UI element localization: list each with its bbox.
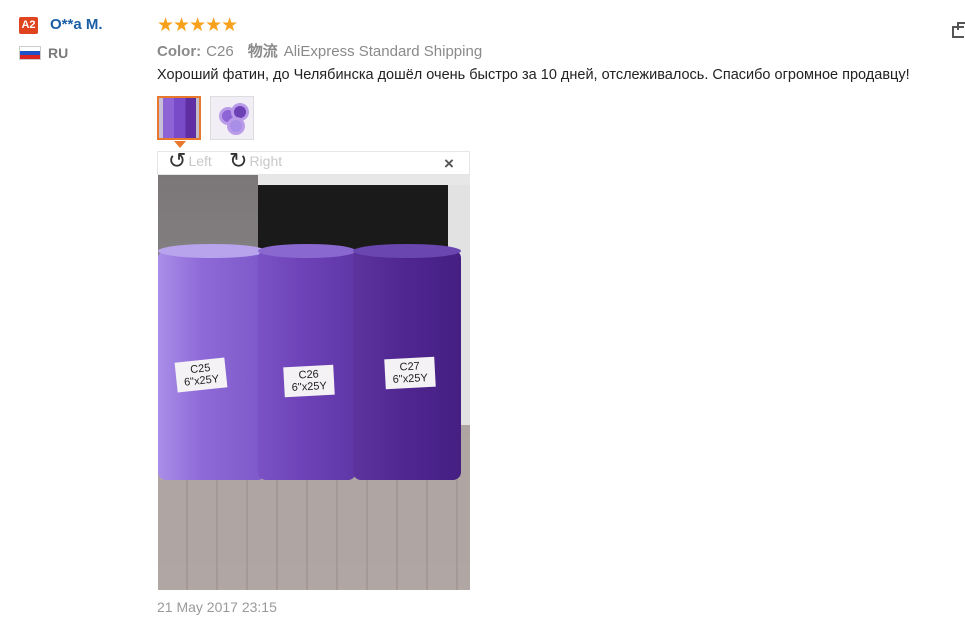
helpful-icon[interactable] <box>952 22 965 38</box>
selected-thumbnail-pointer <box>174 141 186 148</box>
review-thumbnail-1[interactable] <box>157 96 201 140</box>
color-label: Color: <box>157 43 202 60</box>
reviewer-country: RU <box>48 45 69 61</box>
tulle-roll: C27 6"x25Y <box>353 244 461 480</box>
rotate-right-button[interactable]: ↻ Right <box>229 148 283 173</box>
star-rating: ★★★★★ <box>157 15 238 36</box>
review-photo[interactable]: C25 6"x25Y C26 6"x25Y C27 6"x25Y <box>158 175 470 590</box>
thumbnail-image <box>211 97 253 139</box>
rotate-right-icon: ↻ <box>229 148 248 173</box>
thumbnail-image <box>159 98 199 138</box>
level-badge: A2 <box>19 17 38 34</box>
reviewer-name[interactable]: O**a M. <box>50 16 103 33</box>
review-thumbnail-2[interactable] <box>210 96 254 140</box>
shipping-value: AliExpress Standard Shipping <box>283 43 483 60</box>
roll-label: C27 6"x25Y <box>384 356 436 390</box>
rotate-left-icon: ↺ <box>168 148 187 173</box>
russia-flag-icon <box>19 46 41 60</box>
color-value: C26 <box>206 43 234 60</box>
review-text: Хороший фатин, до Челябинска дошёл очень… <box>157 67 910 83</box>
order-meta: Color: C26 物流 AliExpress Standard Shipping <box>157 40 482 61</box>
roll-label: C26 6"x25Y <box>283 364 335 398</box>
tulle-roll: C26 6"x25Y <box>258 244 356 480</box>
roll-label: C25 6"x25Y <box>174 357 228 393</box>
shipping-label: 物流 <box>247 43 278 60</box>
rotate-left-button[interactable]: ↺ Left <box>168 148 212 173</box>
rotate-left-label: Left <box>188 153 212 169</box>
close-viewer-button[interactable]: × <box>444 154 454 174</box>
review-date: 21 May 2017 23:15 <box>157 599 277 615</box>
tulle-roll: C25 6"x25Y <box>158 244 266 480</box>
rotate-right-label: Right <box>249 153 283 169</box>
